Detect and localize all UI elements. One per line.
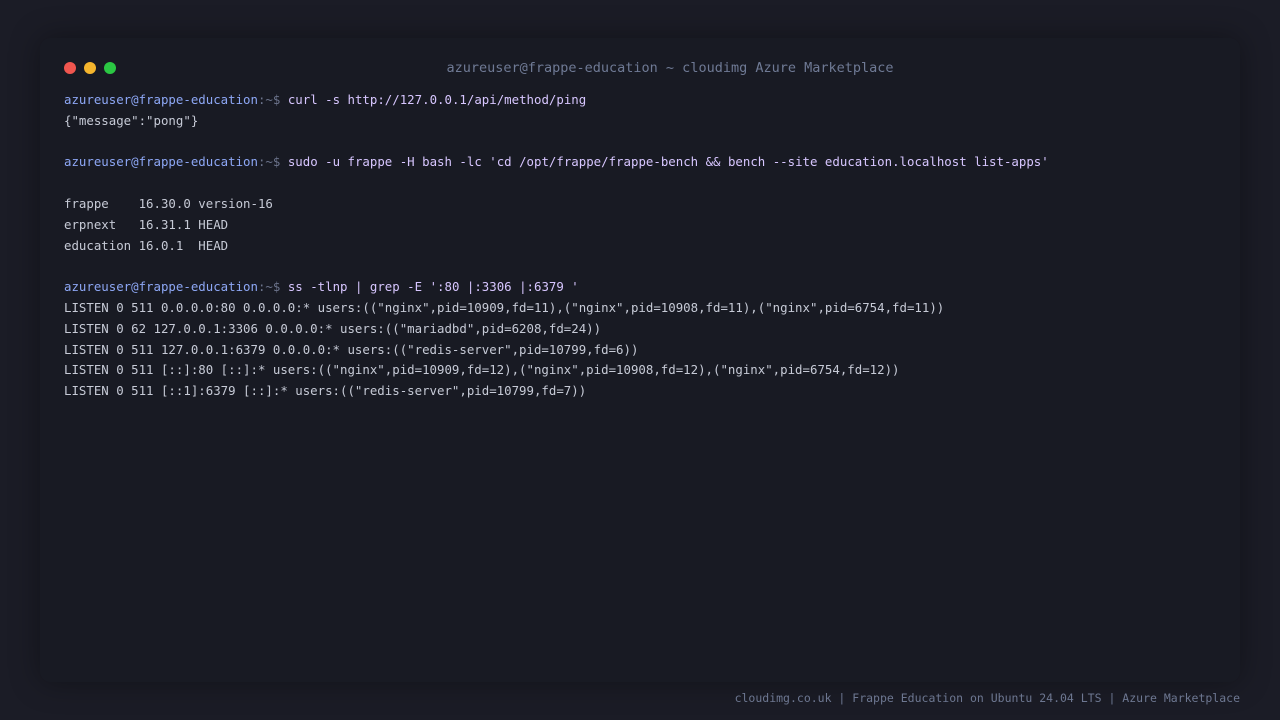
- command-text: curl -s http://127.0.0.1/api/method/ping: [287, 92, 587, 107]
- output-line: LISTEN 0 511 [::1]:6379 [::]:* users:(("…: [64, 383, 587, 399]
- title-bar: azureuser@frappe-education ~ cloudimg Az…: [40, 38, 1240, 98]
- output-line: erpnext 16.31.1 HEAD: [64, 216, 229, 232]
- output-line: LISTEN 0 511 0.0.0.0:80 0.0.0.0:* users:…: [64, 299, 945, 315]
- terminal-line: azureuser@frappe-education:~$ ss -tlnp |…: [64, 277, 1224, 298]
- terminal-window: azureuser@frappe-education ~ cloudimg Az…: [40, 38, 1240, 682]
- output-line: LISTEN 0 511 127.0.0.1:6379 0.0.0.0:* us…: [64, 341, 639, 357]
- window-title: azureuser@frappe-education ~ cloudimg Az…: [446, 60, 894, 76]
- output-line: LISTEN 0 62 127.0.0.1:3306 0.0.0.0:* use…: [64, 320, 602, 336]
- prompt-user-host: azureuser@frappe-education: [64, 92, 258, 107]
- prompt-path: :~$: [257, 154, 281, 170]
- output-line: frappe 16.30.0 version-16: [64, 195, 273, 211]
- output-line: education 16.0.1 HEAD: [64, 237, 229, 253]
- terminal-line: azureuser@frappe-education:~$ curl -s ht…: [64, 90, 1224, 111]
- prompt-path: :~$: [257, 279, 281, 295]
- prompt-user-host: azureuser@frappe-education: [64, 279, 258, 295]
- terminal-output[interactable]: azureuser@frappe-education:~$ curl -s ht…: [64, 90, 1224, 402]
- output-line: {"message":"pong"}: [64, 112, 199, 128]
- prompt-user-host: azureuser@frappe-education: [64, 154, 258, 170]
- command-text: sudo -u frappe -H bash -lc 'cd /opt/frap…: [287, 154, 1049, 170]
- output-line: LISTEN 0 511 [::]:80 [::]:* users:(("ngi…: [64, 362, 900, 378]
- command-text: ss -tlnp | grep -E ':80 |:3306 |:6379 ': [287, 279, 579, 295]
- terminal-line: azureuser@frappe-education:~$ sudo -u fr…: [64, 152, 1224, 173]
- footer-caption: cloudimg.co.uk | Frappe Education on Ubu…: [734, 691, 1240, 705]
- prompt-path: :~$: [257, 92, 281, 107]
